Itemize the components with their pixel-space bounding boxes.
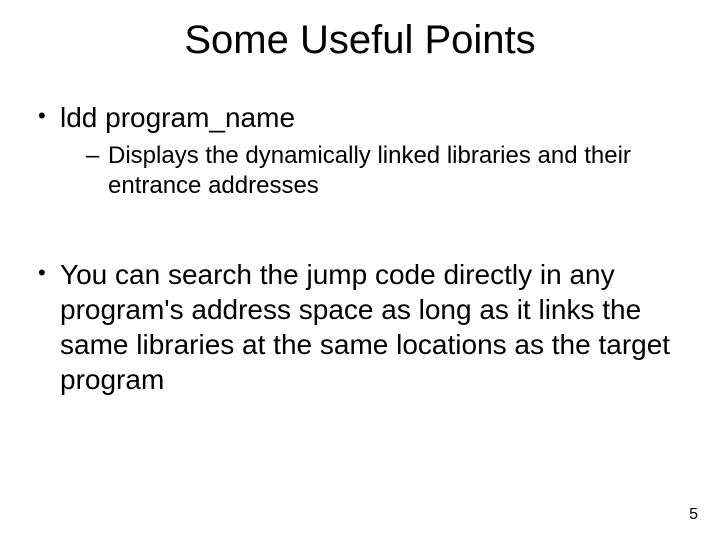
page-number: 5 xyxy=(689,506,698,524)
slide-body: ldd program_name Displays the dynamicall… xyxy=(38,100,680,403)
spacer xyxy=(38,201,680,257)
bullet-item-1: ldd program_name xyxy=(38,100,680,135)
slide-title: Some Useful Points xyxy=(0,18,720,63)
bullet-subitem-1: Displays the dynamically linked librarie… xyxy=(38,141,680,201)
slide: Some Useful Points ldd program_name Disp… xyxy=(0,0,720,540)
bullet-item-2: You can search the jump code directly in… xyxy=(38,257,680,397)
